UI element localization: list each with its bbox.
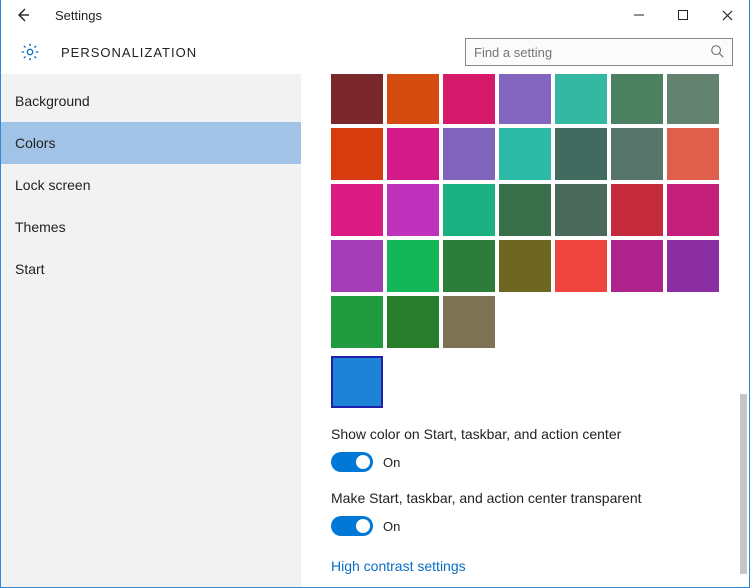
color-swatch[interactable] bbox=[611, 128, 663, 180]
section-title: PERSONALIZATION bbox=[61, 45, 197, 60]
show-color-toggle-row: On bbox=[331, 452, 749, 472]
search-box[interactable] bbox=[465, 38, 733, 66]
transparency-label: Make Start, taskbar, and action center t… bbox=[331, 490, 749, 506]
sidebar-item-themes[interactable]: Themes bbox=[1, 206, 301, 248]
color-swatch[interactable] bbox=[499, 240, 551, 292]
color-swatch-selected[interactable] bbox=[331, 356, 383, 408]
transparency-state: On bbox=[383, 519, 400, 534]
minimize-icon bbox=[634, 10, 644, 20]
high-contrast-link[interactable]: High contrast settings bbox=[331, 558, 749, 574]
sidebar-item-colors[interactable]: Colors bbox=[1, 122, 301, 164]
color-swatch[interactable] bbox=[443, 74, 495, 124]
close-icon bbox=[722, 10, 733, 21]
back-button[interactable] bbox=[9, 1, 37, 29]
arrow-left-icon bbox=[15, 7, 31, 23]
body: BackgroundColorsLock screenThemesStart S… bbox=[1, 74, 749, 587]
transparency-toggle-row: On bbox=[331, 516, 749, 536]
color-swatch[interactable] bbox=[499, 128, 551, 180]
show-color-toggle[interactable] bbox=[331, 452, 373, 472]
color-swatch[interactable] bbox=[331, 184, 383, 236]
color-swatch[interactable] bbox=[443, 184, 495, 236]
color-swatch[interactable] bbox=[667, 128, 719, 180]
search-input[interactable] bbox=[474, 45, 710, 60]
color-swatch[interactable] bbox=[611, 184, 663, 236]
color-swatch[interactable] bbox=[387, 74, 439, 124]
color-swatch[interactable] bbox=[611, 74, 663, 124]
color-swatch[interactable] bbox=[331, 74, 383, 124]
sidebar: BackgroundColorsLock screenThemesStart bbox=[1, 74, 301, 587]
color-swatch[interactable] bbox=[331, 128, 383, 180]
color-swatch[interactable] bbox=[555, 128, 607, 180]
sidebar-item-lock-screen[interactable]: Lock screen bbox=[1, 164, 301, 206]
maximize-icon bbox=[678, 10, 688, 20]
color-swatch[interactable] bbox=[387, 128, 439, 180]
color-swatch[interactable] bbox=[443, 128, 495, 180]
color-swatch[interactable] bbox=[443, 296, 495, 348]
titlebar: Settings bbox=[1, 0, 749, 30]
color-swatch[interactable] bbox=[667, 240, 719, 292]
header: PERSONALIZATION bbox=[1, 30, 749, 74]
color-swatch[interactable] bbox=[443, 240, 495, 292]
scrollbar-thumb[interactable] bbox=[740, 394, 747, 574]
sidebar-item-background[interactable]: Background bbox=[1, 80, 301, 122]
gear-icon bbox=[20, 42, 40, 62]
transparency-toggle[interactable] bbox=[331, 516, 373, 536]
search-icon bbox=[710, 44, 724, 61]
color-palette bbox=[331, 74, 731, 408]
sidebar-item-start[interactable]: Start bbox=[1, 248, 301, 290]
color-swatch[interactable] bbox=[331, 296, 383, 348]
show-color-label: Show color on Start, taskbar, and action… bbox=[331, 426, 749, 442]
color-swatch[interactable] bbox=[667, 74, 719, 124]
color-swatch[interactable] bbox=[387, 296, 439, 348]
color-swatch[interactable] bbox=[499, 74, 551, 124]
color-swatch[interactable] bbox=[555, 184, 607, 236]
color-swatch[interactable] bbox=[611, 240, 663, 292]
color-swatch[interactable] bbox=[555, 74, 607, 124]
search-wrap bbox=[465, 38, 733, 66]
color-swatch[interactable] bbox=[499, 184, 551, 236]
color-swatch[interactable] bbox=[667, 184, 719, 236]
content: Show color on Start, taskbar, and action… bbox=[301, 74, 749, 587]
settings-gear-icon[interactable] bbox=[19, 41, 41, 63]
color-swatch[interactable] bbox=[331, 240, 383, 292]
close-button[interactable] bbox=[705, 1, 749, 29]
show-color-state: On bbox=[383, 455, 400, 470]
window-title: Settings bbox=[55, 8, 102, 23]
window-controls bbox=[617, 1, 749, 29]
maximize-button[interactable] bbox=[661, 1, 705, 29]
color-swatch[interactable] bbox=[387, 184, 439, 236]
minimize-button[interactable] bbox=[617, 1, 661, 29]
color-swatch[interactable] bbox=[387, 240, 439, 292]
color-swatch[interactable] bbox=[555, 240, 607, 292]
